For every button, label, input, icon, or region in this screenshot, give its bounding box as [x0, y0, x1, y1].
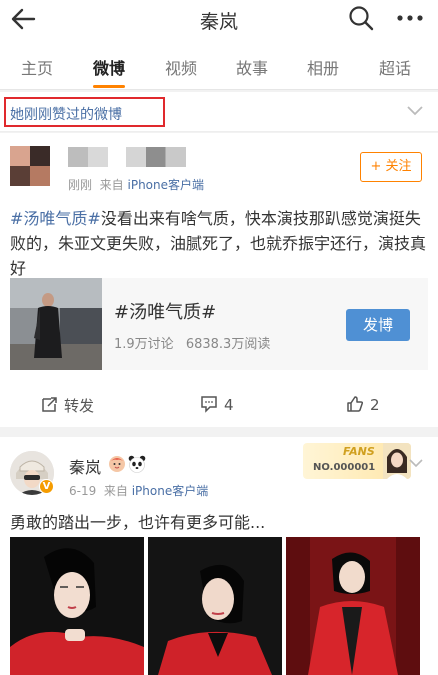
follow-button[interactable]: + 关注	[360, 152, 422, 182]
top-bar: 秦岚	[0, 0, 438, 40]
post-body-text: 勇敢的踏出一步，也许有更多可能...	[10, 513, 266, 532]
panda-emoji-icon	[128, 455, 146, 473]
post-card: V 秦岚 6-19 来自 iPhone客户端 FANS NO.000001 勇敢	[0, 437, 438, 675]
tab-super-topic[interactable]: 超话	[370, 55, 420, 79]
hashtag-link[interactable]: #汤唯气质#	[10, 209, 101, 228]
topic-stats: 1.9万讨论 6838.3万阅读	[114, 333, 270, 352]
post-card: 刚刚 来自 iPhone客户端 + 关注 #汤唯气质#没看出来有啥气质，快本演技…	[0, 133, 438, 427]
post-source: iPhone客户端	[131, 484, 209, 498]
pixelated-username-part	[126, 147, 186, 167]
topic-discussions: 1.9万讨论	[114, 337, 174, 352]
username[interactable]: 秦岚	[69, 454, 101, 478]
thumbs-up-icon	[347, 396, 364, 412]
tab-albums[interactable]: 相册	[298, 55, 348, 79]
topic-thumbnail	[10, 278, 102, 370]
post-meta: 6-19 来自 iPhone客户端	[69, 482, 208, 499]
liked-posts-banner[interactable]: 她刚刚赞过的微博	[0, 92, 438, 132]
post-time: 刚刚	[68, 178, 93, 192]
chevron-down-icon[interactable]	[406, 104, 424, 118]
topic-card[interactable]: #汤唯气质# 1.9万讨论 6838.3万阅读 发博	[10, 278, 428, 370]
like-count: 2	[370, 396, 380, 414]
tab-stories[interactable]: 故事	[227, 55, 277, 79]
repost-button[interactable]: 转发	[40, 395, 94, 416]
pixelated-username[interactable]	[68, 147, 108, 167]
profile-tabs: 主页 微博 视频 故事 相册 超话	[0, 40, 438, 90]
verified-badge-icon: V	[39, 479, 54, 494]
fans-label: FANS	[343, 445, 375, 458]
tab-weibo[interactable]: 微博	[84, 55, 134, 79]
post-photo[interactable]	[10, 537, 144, 675]
post-meta: 刚刚 来自 iPhone客户端	[68, 176, 204, 193]
liked-posts-label: 她刚刚赞过的微博	[10, 107, 122, 123]
baby-emoji-icon	[109, 456, 125, 472]
active-tab-indicator	[93, 85, 125, 88]
post-photo[interactable]	[148, 537, 282, 675]
tab-video[interactable]: 视频	[156, 55, 206, 79]
action-bar: 转发 4 2	[0, 391, 438, 421]
post-source: iPhone客户端	[127, 178, 205, 192]
chevron-down-icon[interactable]	[408, 457, 424, 469]
tab-home[interactable]: 主页	[12, 55, 62, 79]
post-button[interactable]: 发博	[346, 309, 410, 341]
fans-card-portrait	[383, 443, 411, 479]
comment-count: 4	[224, 396, 234, 414]
fans-badge-card[interactable]: FANS NO.000001	[303, 443, 411, 479]
like-button[interactable]: 2	[346, 395, 380, 414]
topic-reads: 6838.3万阅读	[185, 337, 271, 352]
source-prefix: 来自	[103, 484, 128, 498]
post-date: 6-19	[69, 484, 97, 498]
post-body: #汤唯气质#没看出来有啥气质，快本演技那趴感觉演挺失败的，朱亚文更失败，油腻死了…	[10, 206, 428, 281]
comment-icon	[201, 396, 217, 413]
source-prefix: 来自	[99, 178, 124, 192]
repost-label: 转发	[64, 397, 95, 415]
avatar[interactable]	[10, 146, 50, 186]
comment-button[interactable]: 4	[200, 395, 234, 414]
fans-number: NO.000001	[313, 462, 376, 473]
search-icon[interactable]	[348, 5, 374, 31]
topic-title: #汤唯气质#	[114, 302, 217, 323]
more-options-icon[interactable]	[396, 6, 424, 30]
post-photo[interactable]	[286, 537, 420, 675]
repost-icon	[42, 397, 57, 412]
